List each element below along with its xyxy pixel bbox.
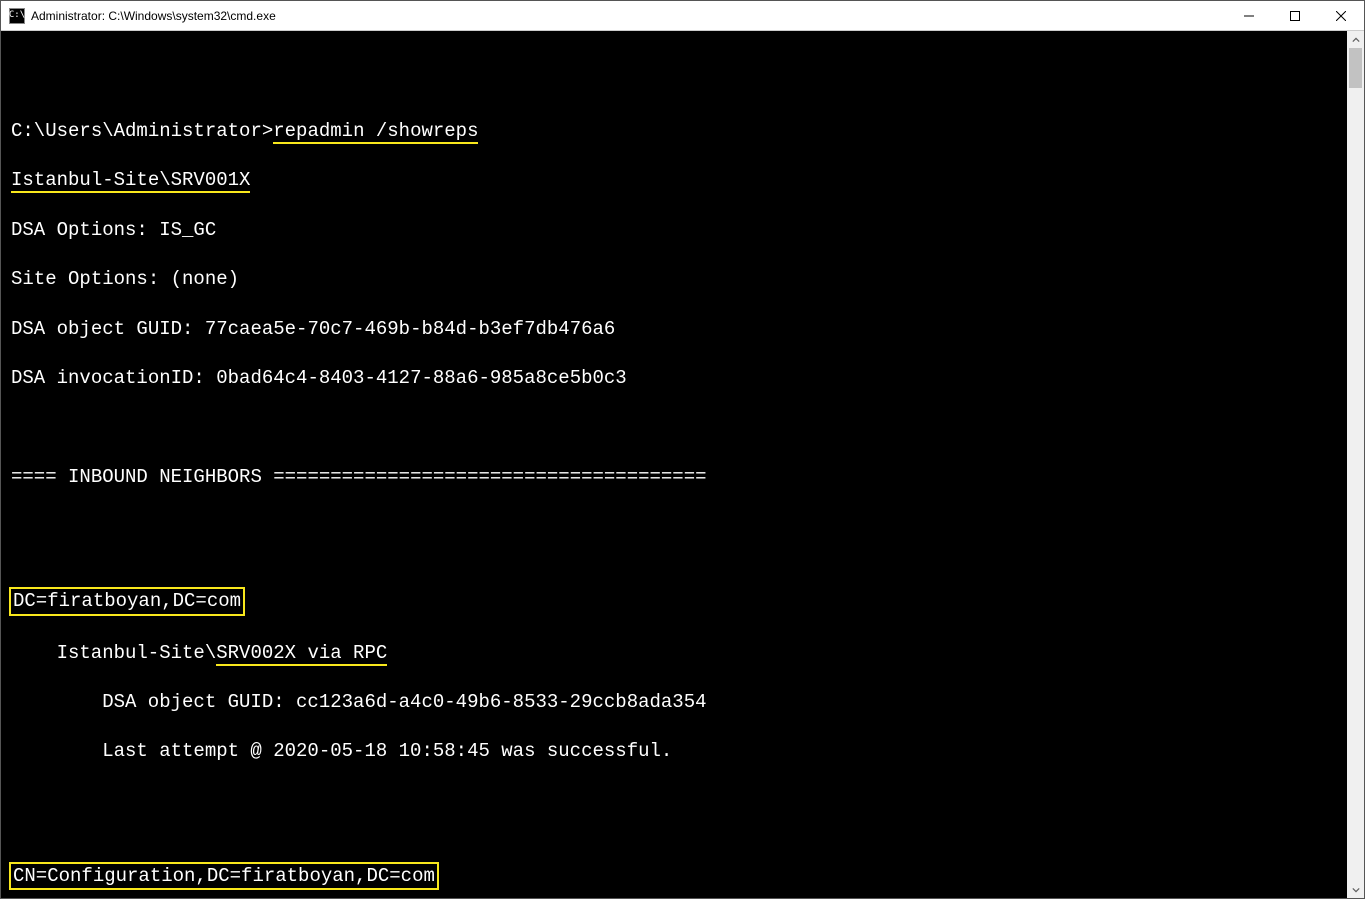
- minimize-button[interactable]: [1226, 1, 1272, 30]
- dsa-options-line: DSA Options: IS_GC: [11, 218, 1341, 243]
- titlebar[interactable]: C:\ Administrator: C:\Windows\system32\c…: [1, 1, 1364, 31]
- window-title: Administrator: C:\Windows\system32\cmd.e…: [31, 9, 1226, 23]
- neighbor-dsa-guid: DSA object GUID: cc123a6d-a4c0-49b6-8533…: [11, 690, 707, 715]
- dsa-invocation-line: DSA invocationID: 0bad64c4-8403-4127-88a…: [11, 366, 1341, 391]
- scroll-track[interactable]: [1347, 48, 1364, 881]
- neighbor-srv-via: SRV002X via RPC: [216, 642, 387, 666]
- naming-context: DC=firatboyan,DC=com: [9, 587, 245, 616]
- command-text: repadmin /showreps: [273, 120, 478, 144]
- dsa-guid-line: DSA object GUID: 77caea5e-70c7-469b-b84d…: [11, 317, 1341, 342]
- neighbor-last-attempt: Last attempt @ 2020-05-18 10:58:45 was s…: [11, 739, 672, 764]
- scroll-down-button[interactable]: [1347, 881, 1364, 898]
- prompt-path: C:\Users\Administrator>: [11, 120, 273, 142]
- neighbor-site-prefix: Istanbul-Site\: [57, 642, 217, 664]
- vertical-scrollbar[interactable]: [1347, 31, 1364, 898]
- cmd-window: C:\ Administrator: C:\Windows\system32\c…: [0, 0, 1365, 899]
- client-area: C:\Users\Administrator>repadmin /showrep…: [1, 31, 1364, 898]
- close-button[interactable]: [1318, 1, 1364, 30]
- site-server-line: Istanbul-Site\SRV001X: [11, 169, 250, 193]
- maximize-button[interactable]: [1272, 1, 1318, 30]
- scroll-up-button[interactable]: [1347, 31, 1364, 48]
- inbound-neighbors-heading: ==== INBOUND NEIGHBORS =================…: [11, 465, 1341, 490]
- scroll-thumb[interactable]: [1349, 48, 1362, 88]
- naming-context: CN=Configuration,DC=firatboyan,DC=com: [9, 862, 439, 891]
- terminal-output[interactable]: C:\Users\Administrator>repadmin /showrep…: [1, 31, 1347, 898]
- window-controls: [1226, 1, 1364, 30]
- site-options-line: Site Options: (none): [11, 267, 1341, 292]
- cmd-icon: C:\: [9, 8, 25, 24]
